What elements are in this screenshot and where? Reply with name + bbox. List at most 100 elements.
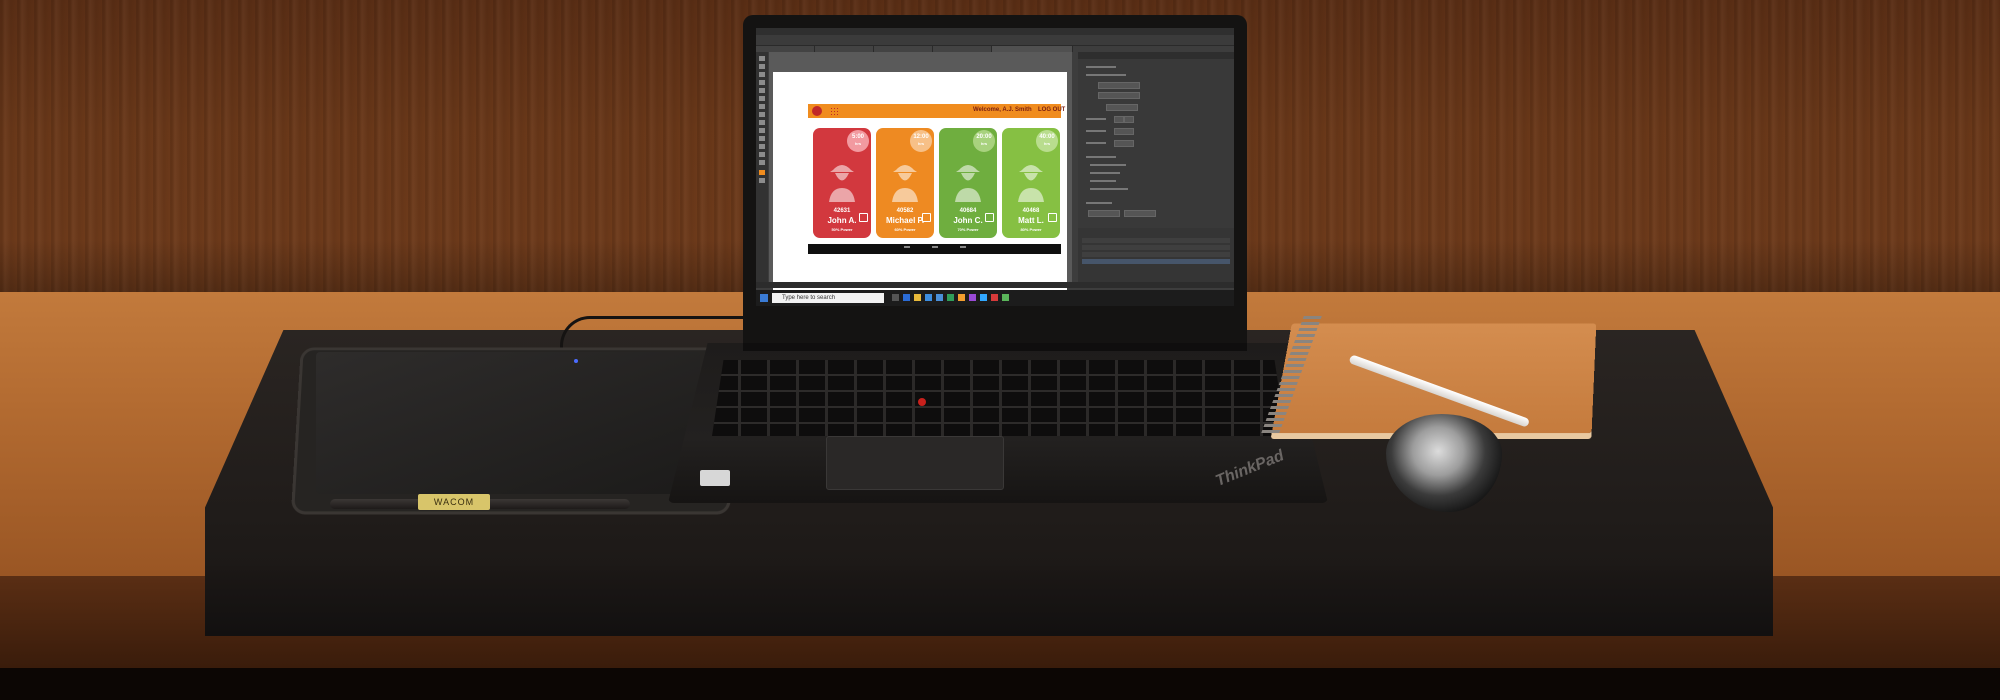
keyboard-rows: [712, 360, 1286, 436]
tools-panel: [756, 52, 768, 282]
firefighter-silhouette-icon: [829, 165, 855, 202]
panel-line: [1090, 180, 1116, 182]
welcome-text: Welcome, A.J. Smith: [973, 107, 1032, 113]
nav-icon: [932, 246, 938, 248]
panel-button[interactable]: [1088, 210, 1120, 217]
selection-tool-icon: [759, 56, 765, 61]
panel-button[interactable]: [1124, 116, 1134, 123]
hours-unit: hrs: [1043, 141, 1051, 146]
panel-button[interactable]: [1106, 104, 1138, 111]
direct-selection-tool-icon: [759, 64, 765, 69]
panel-line: [1086, 202, 1112, 204]
panel-button[interactable]: [1114, 128, 1134, 135]
photoshop-icon[interactable]: [980, 294, 987, 301]
illustrator-icon[interactable]: [958, 294, 965, 301]
panel-button[interactable]: [1098, 82, 1140, 89]
hours-unit: hrs: [917, 141, 925, 146]
edit-icon[interactable]: [922, 213, 931, 222]
hours-value: 40:00: [1039, 134, 1055, 140]
panel-line: [1090, 188, 1128, 190]
hours-badge: 12:00 hrs: [910, 130, 932, 152]
app-icon[interactable]: [969, 294, 976, 301]
task-view-icon[interactable]: [892, 294, 899, 301]
hours-badge: 5:00 hrs: [847, 130, 869, 152]
panel-line: [1086, 66, 1116, 68]
grid-menu-icon: [830, 107, 838, 115]
scale-tool-icon: [759, 128, 765, 133]
worker-card: 20:00 hrs 40684 John C. 70% Power: [939, 128, 997, 238]
edge-icon[interactable]: [903, 294, 910, 301]
layer-row[interactable]: [1082, 245, 1230, 250]
panel-line: [1090, 172, 1120, 174]
worker-card: 12:00 hrs 40582 Michael P. 60% Power: [876, 128, 934, 238]
panel-line: [1086, 156, 1116, 158]
hours-unit: hrs: [854, 141, 862, 146]
hours-value: 5:00: [851, 134, 864, 140]
edit-icon[interactable]: [1048, 213, 1057, 222]
windows-taskbar: Type here to search: [756, 290, 1234, 306]
mail-icon[interactable]: [936, 294, 943, 301]
firefighter-silhouette-icon: [892, 165, 918, 202]
layer-row-selected[interactable]: [1082, 259, 1230, 264]
app-menubar: [756, 28, 1234, 35]
layer-row[interactable]: [1082, 238, 1230, 243]
laptop-hinge: [743, 343, 1247, 351]
store-icon[interactable]: [925, 294, 932, 301]
layers-panel: [1078, 228, 1234, 282]
firefighter-silhouette-icon: [1018, 165, 1044, 202]
nav-icon: [960, 246, 966, 248]
floor-shadow: [0, 668, 2000, 700]
worker-power: 70% Power: [957, 227, 979, 232]
app-bottom-nav: [808, 244, 1061, 254]
hours-value: 12:00: [913, 134, 929, 140]
pen-tool-icon: [759, 72, 765, 77]
line-tool-icon: [759, 88, 765, 93]
rotate-tool-icon: [759, 120, 765, 125]
worker-power: 60% Power: [894, 227, 916, 232]
firefighter-silhouette-icon: [955, 165, 981, 202]
panel-button[interactable]: [1098, 92, 1140, 99]
edit-icon[interactable]: [985, 213, 994, 222]
trackpoint: [918, 398, 926, 406]
app-header: Welcome, A.J. Smith LOG OUT: [808, 104, 1065, 118]
tablet-led: [574, 359, 578, 363]
panel-button[interactable]: [1114, 116, 1124, 123]
laptop-screen: Welcome, A.J. Smith LOG OUT 5:00 hrs 4263…: [756, 28, 1234, 306]
app-icon[interactable]: [947, 294, 954, 301]
taskbar-search[interactable]: Type here to search: [772, 293, 884, 303]
shape-tool-icon: [759, 96, 765, 101]
hours-badge: 20:00 hrs: [973, 130, 995, 152]
layer-row[interactable]: [1082, 252, 1230, 257]
logo-icon: [812, 106, 822, 116]
gradient-tool-icon: [759, 136, 765, 141]
hand-tool-icon: [759, 152, 765, 157]
tablet-screen: [316, 352, 700, 494]
app-icon[interactable]: [991, 294, 998, 301]
windows-icon[interactable]: [760, 294, 768, 302]
stroke-color-icon: [759, 178, 765, 183]
edit-icon[interactable]: [859, 213, 868, 222]
panel-tabs: [1078, 52, 1234, 59]
worker-card: 5:00 hrs 42631 John A. 50% Power: [813, 128, 871, 238]
panel-button[interactable]: [1114, 140, 1134, 147]
type-tool-icon: [759, 80, 765, 85]
panel-line: [1090, 164, 1126, 166]
app-icon[interactable]: [1002, 294, 1009, 301]
hours-badge: 40:00 hrs: [1036, 130, 1058, 152]
nav-icon: [904, 246, 910, 248]
app-control-bar: [756, 35, 1234, 46]
worker-power: 50% Power: [831, 227, 853, 232]
eyedropper-tool-icon: [759, 144, 765, 149]
panel-line: [1086, 142, 1106, 144]
cpu-sticker: [700, 470, 730, 486]
brush-tool-icon: [759, 104, 765, 109]
panel-button[interactable]: [1124, 210, 1156, 217]
logout-link: LOG OUT: [1038, 107, 1066, 113]
touchpad: [826, 436, 1004, 490]
pencil-tool-icon: [759, 112, 765, 117]
worker-power: 80% Power: [1020, 227, 1042, 232]
folder-icon[interactable]: [914, 294, 921, 301]
status-bar: [756, 282, 1234, 288]
hours-unit: hrs: [980, 141, 988, 146]
fill-color-icon: [759, 170, 765, 175]
